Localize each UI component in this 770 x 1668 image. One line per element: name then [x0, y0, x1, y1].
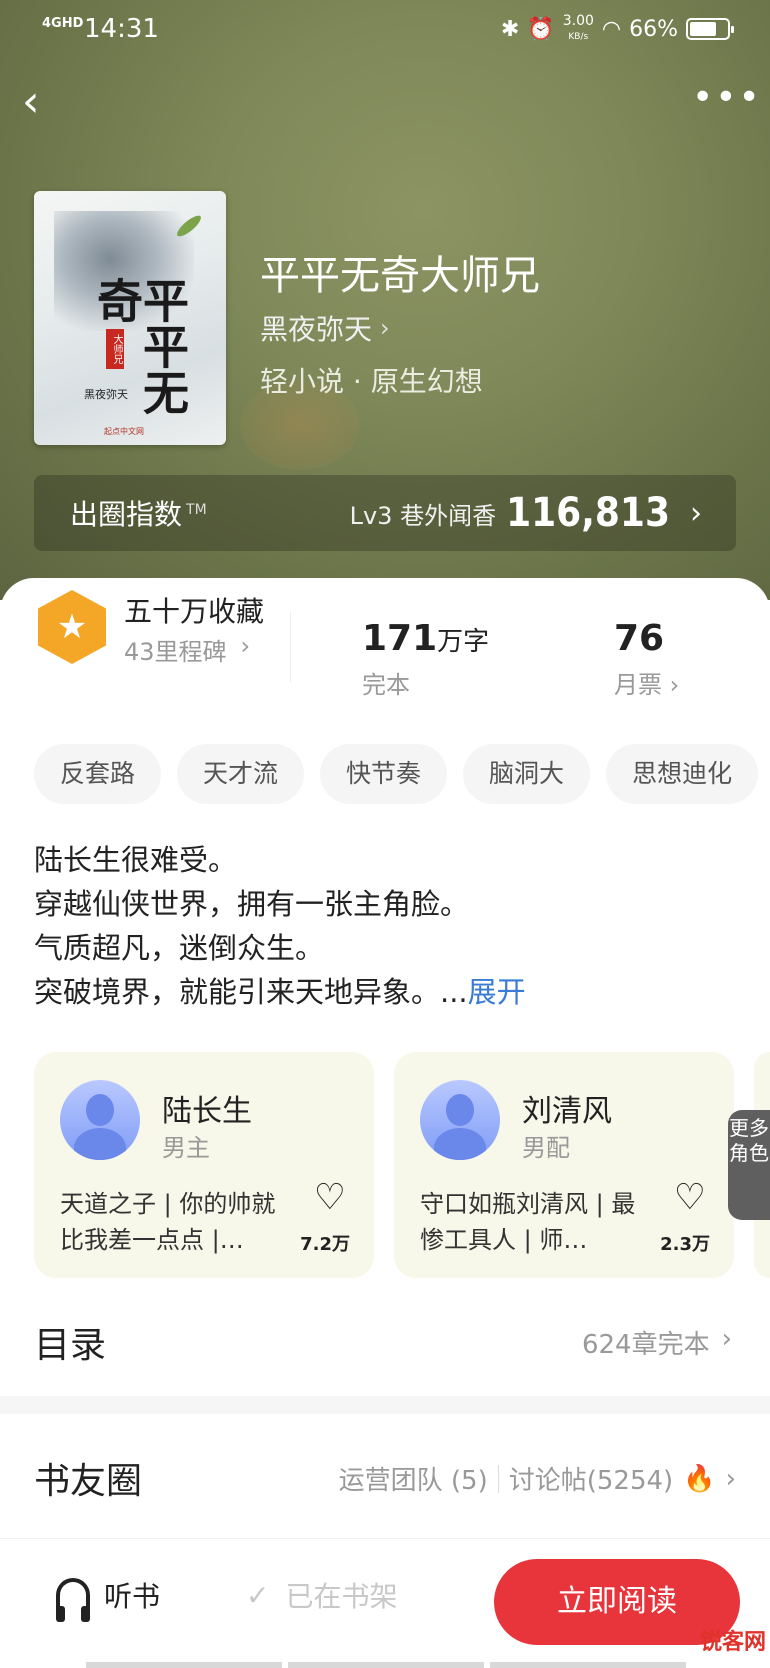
description-line: 穿越仙侠世界，拥有一张主角脸。: [34, 887, 470, 921]
watermark: 锐客网: [699, 1630, 766, 1655]
collection-badge: ★: [38, 590, 106, 664]
star-icon: ★: [56, 607, 88, 647]
bluetooth-icon: ✱: [500, 16, 520, 42]
word-unit: 万字: [437, 627, 490, 657]
book-cover[interactable]: 平平无奇 大师兄 黑夜弥天 起点中文网: [34, 191, 226, 445]
headphones-icon: [56, 1578, 90, 1622]
signal-indicator: 4GHD: [42, 16, 84, 31]
more-dots-icon: •••: [692, 77, 762, 118]
shelf-status-button[interactable]: ✓ 已在书架: [246, 1575, 397, 1615]
chevron-right-icon: ›: [380, 314, 390, 342]
character-role: 男配: [522, 1134, 570, 1162]
discussion-posts-link[interactable]: 讨论帖(5254): [509, 1460, 673, 1497]
home-indicator: [86, 1662, 686, 1668]
description-line: 气质超凡，迷倒众生。: [34, 931, 325, 965]
listen-button[interactable]: 听书: [56, 1575, 161, 1622]
bottom-action-bar: 听书 ✓ 已在书架 立即阅读 锐客网: [0, 1538, 770, 1668]
more-options-button[interactable]: •••: [692, 80, 760, 118]
battery-icon: [686, 18, 734, 40]
battery-percent: 66%: [629, 16, 678, 42]
character-description: 守口如瓶刘清风 | 最惨工具人 | 师…: [420, 1190, 636, 1254]
popularity-index-label: 出圈指数 TM: [70, 498, 207, 531]
stats-divider: [290, 612, 291, 682]
cover-author: 黑夜弥天: [84, 388, 128, 401]
fire-icon: 🔥: [683, 1463, 716, 1494]
operations-team-link[interactable]: 运营团队 (5): [339, 1460, 488, 1497]
meta-divider: [497, 1464, 499, 1493]
popularity-score: 116,813: [506, 490, 670, 536]
catalog-row[interactable]: 目录 624章完本 ›: [0, 1300, 770, 1380]
book-circle-title: 书友圈: [34, 1461, 143, 1502]
status-time: 14:31: [84, 14, 159, 44]
cover-publisher: 起点中文网: [104, 427, 144, 436]
section-divider: [0, 1396, 770, 1414]
book-title: 平平无奇大师兄: [260, 253, 540, 299]
monthly-ticket-label: 月票 ›: [614, 671, 680, 699]
catalog-summary: 624章完本 ›: [581, 1324, 732, 1360]
tag-chip[interactable]: 快节奏: [320, 744, 448, 804]
book-genre: 轻小说 · 原生幻想: [260, 365, 483, 398]
chevron-right-icon: ›: [725, 1463, 736, 1494]
character-avatar: [420, 1080, 500, 1160]
more-characters-button[interactable]: 更多角色: [728, 1110, 770, 1220]
character-card[interactable]: 陆长生 男主 天道之子 | 你的帅就比我差一点点 |… ♡ 7.2万: [34, 1052, 374, 1278]
word-count: 171: [362, 618, 438, 659]
monthly-ticket-count: 76: [614, 618, 665, 659]
character-avatar: [60, 1080, 140, 1160]
back-button[interactable]: ‹: [22, 80, 62, 128]
character-name: 刘清风: [522, 1094, 612, 1129]
character-name: 陆长生: [162, 1094, 252, 1129]
heart-icon[interactable]: ♡: [674, 1180, 706, 1216]
description-line: 突破境界，就能引来天地异象。...展开: [34, 975, 526, 1009]
alarm-icon: ⏰: [527, 16, 555, 42]
catalog-title: 目录: [34, 1325, 107, 1366]
status-icons: ✱ ⏰ 3.00 KB/s ◠ 66%: [500, 13, 734, 44]
network-speed: 3.00 KB/s: [562, 13, 594, 42]
popularity-index-bar[interactable]: 出圈指数 TM Lv3 巷外闻香 116,813 ›: [34, 475, 736, 551]
chevron-right-icon: ›: [240, 632, 251, 660]
check-icon: ✓: [246, 1578, 270, 1612]
cover-seal: 大师兄: [106, 329, 124, 369]
author-link[interactable]: 黑夜弥天 ›: [260, 308, 390, 348]
tag-chip[interactable]: 天才流: [177, 744, 305, 804]
wifi-icon: ◠: [601, 16, 622, 42]
milestone-link[interactable]: 43里程碑 ›: [124, 632, 250, 667]
description-line: 陆长生很难受。: [34, 843, 238, 877]
tag-list: 反套路 天才流 快节奏 脑洞大 思想迪化: [34, 744, 759, 804]
book-circle-meta: 运营团队 (5) 讨论帖(5254) 🔥 ›: [339, 1460, 736, 1497]
collection-title: 五十万收藏: [124, 595, 265, 628]
tag-chip[interactable]: 脑洞大: [463, 744, 591, 804]
tag-chip[interactable]: 反套路: [34, 744, 162, 804]
author-name: 黑夜弥天: [260, 313, 373, 346]
monthly-ticket-stat[interactable]: 76 月票 ›: [614, 618, 679, 700]
character-likes: 2.3万: [660, 1234, 710, 1255]
book-description: 陆长生很难受。 穿越仙侠世界，拥有一张主角脸。 气质超凡，迷倒众生。 突破境界，…: [34, 838, 734, 1014]
chevron-right-icon: ›: [721, 1324, 732, 1354]
listen-label: 听书: [104, 1580, 161, 1613]
status-bar: 4GHD 14:31 ✱ ⏰ 3.00 KB/s ◠ 66%: [0, 0, 770, 62]
completion-status: 完本: [362, 671, 410, 699]
character-role: 男主: [162, 1134, 210, 1162]
character-likes: 7.2万: [300, 1234, 350, 1255]
heart-icon[interactable]: ♡: [314, 1180, 346, 1216]
chevron-left-icon: ‹: [22, 76, 40, 127]
book-circle-row[interactable]: 书友圈 运营团队 (5) 讨论帖(5254) 🔥 ›: [0, 1430, 770, 1526]
character-card[interactable]: 刘清风 男配 守口如瓶刘清风 | 最惨工具人 | 师… ♡ 2.3万: [394, 1052, 734, 1278]
shelf-label: 已在书架: [285, 1580, 398, 1613]
popularity-level: Lv3 巷外闻香: [349, 501, 497, 530]
expand-link[interactable]: 展开: [468, 975, 526, 1009]
character-description: 天道之子 | 你的帅就比我差一点点 |…: [60, 1190, 276, 1254]
tag-chip[interactable]: 思想迪化: [606, 744, 759, 804]
word-count-stat: 171万字 完本: [362, 618, 489, 700]
milestone-label: 43里程碑: [124, 638, 227, 666]
chevron-right-icon: ›: [690, 495, 702, 531]
